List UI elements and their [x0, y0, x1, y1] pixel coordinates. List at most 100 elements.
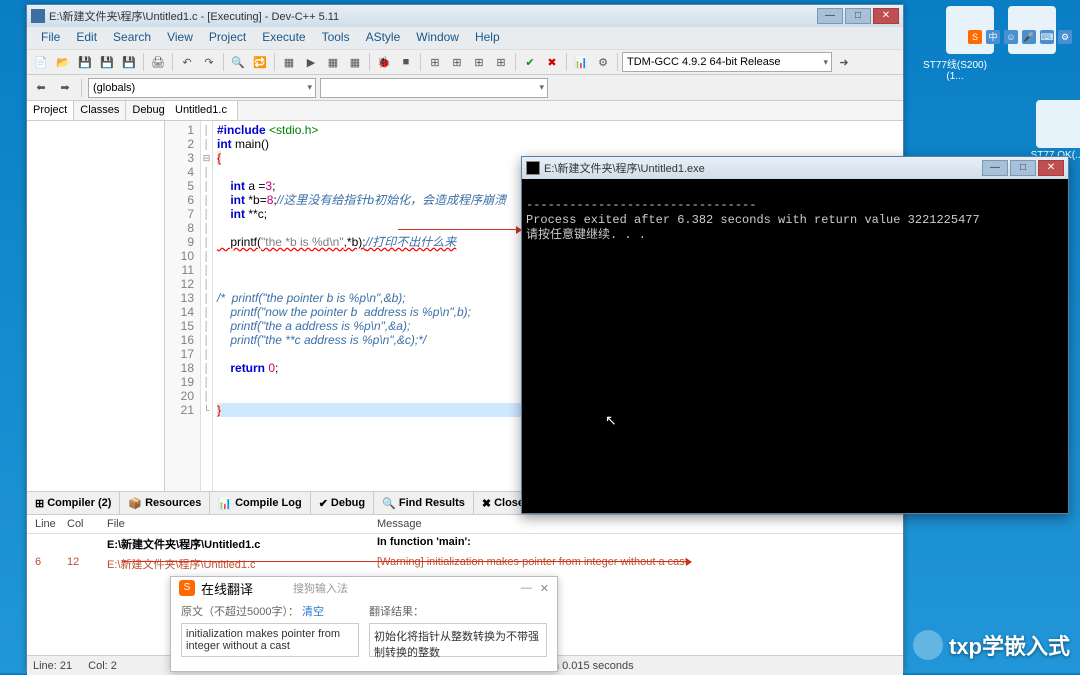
- status-line: Line: 21: [33, 660, 72, 672]
- side-tab-classes[interactable]: Classes: [74, 101, 126, 120]
- tab-find-results[interactable]: 🔍Find Results: [374, 492, 474, 514]
- close-button[interactable]: ✕: [873, 8, 899, 24]
- console-minimize-button[interactable]: —: [982, 160, 1008, 176]
- toolbar-main: 📄 📂 💾 💾 💾 🖨 ↶ ↷ 🔍 🔁 ▦ ▶ ▦ ▦ 🐞 ■ ⊞ ⊞ ⊞ ⊞ …: [27, 49, 903, 75]
- translate-clear-link[interactable]: 清空: [302, 606, 324, 618]
- desktop-file-icon[interactable]: [1036, 100, 1080, 148]
- menu-edit[interactable]: Edit: [68, 27, 105, 49]
- compiler-row[interactable]: E:\新建文件夹\程序\Untitled1.cIn function 'main…: [27, 534, 903, 554]
- compile-icon[interactable]: ▦: [279, 52, 299, 72]
- editor-tab[interactable]: Untitled1.c: [165, 101, 238, 120]
- saveas-icon[interactable]: 💾: [119, 52, 139, 72]
- close-tab-icon: ✖: [482, 497, 491, 510]
- col-line[interactable]: Line: [27, 518, 67, 530]
- menu-project[interactable]: Project: [201, 27, 254, 49]
- menu-file[interactable]: File: [33, 27, 68, 49]
- tab-resources[interactable]: 📦Resources: [120, 492, 210, 514]
- compile-run-icon[interactable]: ▦: [323, 52, 343, 72]
- col-col[interactable]: Col: [67, 518, 107, 530]
- stop-icon[interactable]: ■: [396, 52, 416, 72]
- rebuild-icon[interactable]: ▦: [345, 52, 365, 72]
- menu-window[interactable]: Window: [408, 27, 467, 49]
- annotation-arrow: [398, 229, 520, 230]
- annotation-arrow: [122, 561, 690, 562]
- ime-kbd-icon[interactable]: ⌨: [1040, 30, 1054, 44]
- ime-set-icon[interactable]: ⚙: [1058, 30, 1072, 44]
- cancel-icon[interactable]: ✖: [542, 52, 562, 72]
- watermark-text: txp学嵌入式: [949, 629, 1070, 661]
- desktop-file-label: ST77线(S200)(1...: [920, 56, 990, 82]
- fwd-icon[interactable]: ➡: [55, 78, 75, 98]
- compilelog-tab-icon: 📊: [218, 497, 232, 510]
- translate-dst-box: 初始化将指针从整数转换为不带强制转换的整数: [369, 623, 547, 657]
- console-maximize-button[interactable]: □: [1010, 160, 1036, 176]
- print-icon[interactable]: 🖨: [148, 52, 168, 72]
- menu-tools[interactable]: Tools: [314, 27, 358, 49]
- menu-astyle[interactable]: AStyle: [358, 27, 409, 49]
- menu-help[interactable]: Help: [467, 27, 508, 49]
- console-output[interactable]: -------------------------------- Process…: [522, 179, 1068, 513]
- opt3-icon[interactable]: ⊞: [491, 52, 511, 72]
- debug-icon[interactable]: 🐞: [374, 52, 394, 72]
- side-panel: Project Classes Debug: [27, 101, 165, 491]
- translate-minimize-button[interactable]: —: [521, 582, 532, 595]
- compiler-row[interactable]: 612E:\新建文件夹\程序\Untitled1.c[Warning] init…: [27, 554, 903, 574]
- ime-mic-icon[interactable]: 🎤: [1022, 30, 1036, 44]
- gear-icon[interactable]: ⚙: [593, 52, 613, 72]
- sogou-logo-icon: S: [179, 580, 195, 596]
- find-tab-icon: 🔍: [382, 497, 396, 510]
- saveall-icon[interactable]: 💾: [97, 52, 117, 72]
- opt2-icon[interactable]: ⊞: [469, 52, 489, 72]
- resources-tab-icon: 📦: [128, 497, 142, 510]
- save-icon[interactable]: 💾: [75, 52, 95, 72]
- translate-close-button[interactable]: ✕: [540, 582, 549, 595]
- wechat-icon: [913, 630, 943, 660]
- col-file[interactable]: File: [107, 518, 377, 530]
- console-app-icon: [526, 161, 540, 175]
- console-titlebar[interactable]: E:\新建文件夹\程序\Untitled1.exe — □ ✕: [522, 157, 1068, 179]
- ime-smile-icon[interactable]: ☺: [1004, 30, 1018, 44]
- menu-view[interactable]: View: [159, 27, 201, 49]
- run-icon[interactable]: ▶: [301, 52, 321, 72]
- profile-icon[interactable]: ⊞: [425, 52, 445, 72]
- devcpp-titlebar[interactable]: E:\新建文件夹\程序\Untitled1.c - [Executing] - …: [27, 5, 903, 27]
- compiler-combo[interactable]: TDM-GCC 4.9.2 64-bit Release: [622, 52, 832, 72]
- globals-combo[interactable]: (globals): [88, 78, 316, 98]
- tab-compile-log[interactable]: 📊Compile Log: [210, 492, 310, 514]
- watermark: txp学嵌入式: [913, 629, 1070, 661]
- status-col: Col: 2: [88, 660, 117, 672]
- status-extra: n 0.015 seconds: [553, 660, 634, 672]
- members-combo[interactable]: [320, 78, 548, 98]
- find-icon[interactable]: 🔍: [228, 52, 248, 72]
- ime-cn-icon[interactable]: 中: [986, 30, 1000, 44]
- col-message[interactable]: Message: [377, 518, 903, 530]
- translate-dst-label: 翻译结果：: [369, 603, 547, 619]
- maximize-button[interactable]: □: [845, 8, 871, 24]
- debug-tab-icon: ✔: [319, 497, 328, 510]
- new-file-icon[interactable]: 📄: [31, 52, 51, 72]
- tab-compiler[interactable]: ⊞Compiler (2): [27, 492, 120, 514]
- minimize-button[interactable]: —: [817, 8, 843, 24]
- back-icon[interactable]: ⬅: [31, 78, 51, 98]
- goto-icon[interactable]: ➜: [834, 52, 854, 72]
- toolbar-nav: ⬅ ➡ (globals): [27, 75, 903, 101]
- devcpp-app-icon: [31, 9, 45, 23]
- translate-src-box[interactable]: initialization makes pointer from intege…: [181, 623, 359, 657]
- console-close-button[interactable]: ✕: [1038, 160, 1064, 176]
- check-icon[interactable]: ✔: [520, 52, 540, 72]
- menu-search[interactable]: Search: [105, 27, 159, 49]
- devcpp-title: E:\新建文件夹\程序\Untitled1.c - [Executing] - …: [49, 8, 339, 24]
- translate-subtitle: 搜狗输入法: [293, 580, 348, 596]
- chart-icon[interactable]: 📊: [571, 52, 591, 72]
- sogou-icon[interactable]: S: [968, 30, 982, 44]
- undo-icon[interactable]: ↶: [177, 52, 197, 72]
- open-icon[interactable]: 📂: [53, 52, 73, 72]
- opt-icon[interactable]: ⊞: [447, 52, 467, 72]
- replace-icon[interactable]: 🔁: [250, 52, 270, 72]
- menu-execute[interactable]: Execute: [254, 27, 313, 49]
- redo-icon[interactable]: ↷: [199, 52, 219, 72]
- compiler-tab-icon: ⊞: [35, 497, 44, 510]
- side-tab-project[interactable]: Project: [27, 101, 74, 120]
- ime-tray: S 中 ☺ 🎤 ⌨ ⚙: [968, 30, 1072, 44]
- tab-debug[interactable]: ✔Debug: [311, 492, 374, 514]
